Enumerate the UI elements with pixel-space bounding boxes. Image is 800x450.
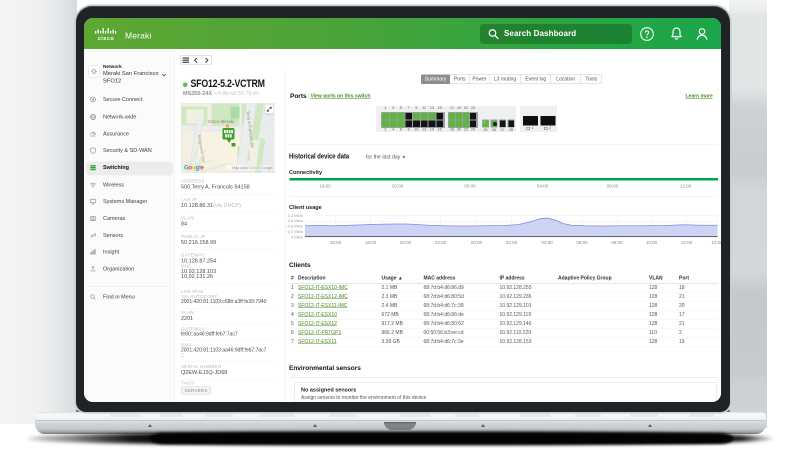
svg-text:cisco: cisco: [98, 36, 115, 41]
